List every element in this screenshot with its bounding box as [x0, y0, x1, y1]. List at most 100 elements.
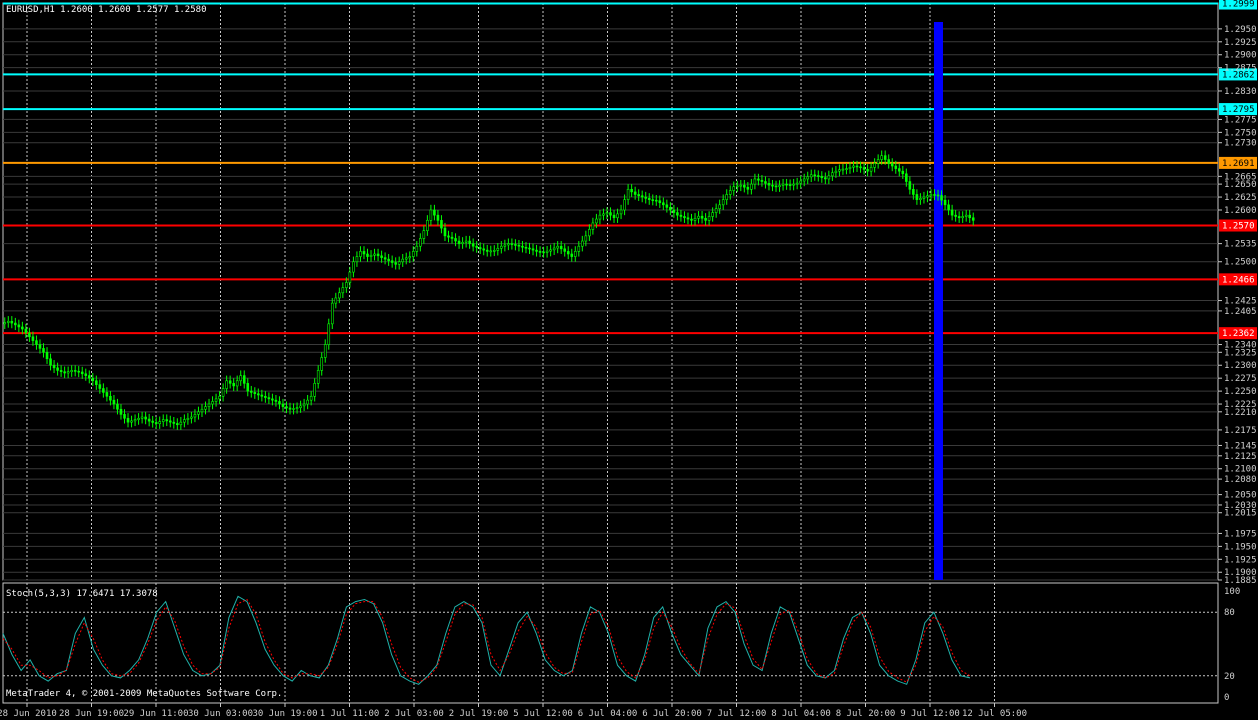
price-tick-label: 1.2775: [1224, 115, 1257, 125]
candle-body: [239, 375, 243, 382]
candle-body: [644, 196, 648, 199]
time-tick-label: 2 Jul 19:00: [449, 709, 509, 719]
candle-body: [707, 216, 711, 221]
candle-body: [598, 214, 602, 220]
candle-body: [774, 185, 778, 188]
candle-body: [862, 167, 866, 170]
candle-body: [447, 235, 450, 238]
candle-body: [341, 287, 345, 294]
candle-body: [514, 244, 517, 246]
candle-body: [450, 236, 454, 239]
candle-body: [619, 209, 623, 215]
candle-body: [591, 222, 595, 230]
candle-body: [813, 174, 817, 177]
candle-body: [521, 245, 524, 248]
candle-body: [281, 403, 285, 407]
candle-body: [70, 370, 73, 373]
line-price-label: 1.2466: [1222, 275, 1255, 285]
candle-body: [327, 323, 331, 345]
candle-body: [838, 169, 841, 172]
candle-body: [912, 188, 915, 195]
candle-body: [376, 253, 380, 257]
candle-body: [626, 188, 630, 200]
candle-body: [109, 395, 112, 401]
price-tick-label: 1.2650: [1224, 180, 1257, 190]
candle-body: [669, 207, 672, 211]
candle-body: [834, 170, 838, 174]
candle-body: [73, 370, 77, 372]
time-tick-label: 8 Jul 04:00: [771, 709, 831, 719]
candle-body: [264, 395, 267, 398]
candle-body: [869, 167, 873, 172]
candle-body: [411, 251, 415, 257]
candle-body: [161, 419, 165, 422]
candle-body: [577, 245, 581, 252]
candle-body: [471, 243, 475, 247]
candle-body: [323, 344, 327, 358]
candle-body: [831, 172, 834, 177]
candle-body: [929, 194, 933, 197]
candle-body: [816, 175, 820, 177]
candle-body: [795, 182, 799, 185]
candle-body: [401, 258, 405, 263]
candle-body: [679, 214, 683, 217]
candle-body: [940, 195, 943, 201]
candle-body: [306, 399, 309, 405]
copyright-text: MetaTrader 4, © 2001-2009 MetaQuotes Sof…: [6, 689, 282, 699]
time-tick-label: 28 Jun 19:00: [59, 709, 124, 719]
candle-body: [767, 183, 771, 186]
candle-body: [968, 214, 972, 219]
chart-window[interactable]: 1.29991.28621.27951.26911.25701.24661.23…: [0, 0, 1258, 720]
price-tick-label: 1.2250: [1224, 387, 1257, 397]
candle-body: [126, 417, 130, 423]
candle-body: [658, 200, 662, 204]
candle-body: [313, 383, 316, 397]
candle-body: [933, 194, 936, 196]
candle-body: [651, 199, 655, 201]
candle-body: [168, 420, 172, 423]
candle-body: [623, 199, 626, 211]
time-tick-label: 5 Jul 12:00: [513, 709, 573, 719]
candle-body: [359, 251, 362, 257]
candle-body: [961, 216, 964, 219]
candle-body: [176, 423, 179, 426]
price-tick-label: 1.1975: [1224, 529, 1257, 539]
candle-body: [433, 209, 436, 216]
price-tick-label: 1.2125: [1224, 452, 1257, 462]
candle-body: [355, 256, 359, 263]
price-tick-label: 1.2210: [1224, 408, 1257, 418]
candle-body: [584, 235, 588, 242]
candle-body: [725, 194, 729, 200]
candle-body: [573, 251, 577, 257]
candle-body: [746, 186, 750, 190]
time-tick-label: 30 Jun 03:00: [188, 709, 253, 719]
candle-body: [482, 248, 486, 251]
candle-body: [443, 227, 447, 237]
candle-body: [348, 271, 352, 283]
candle-body: [616, 213, 619, 219]
line-price-label: 1.2362: [1222, 329, 1255, 339]
candle-body: [605, 212, 609, 215]
price-tick-label: 1.2300: [1224, 361, 1257, 371]
price-tick-label: 1.2900: [1224, 51, 1257, 61]
candle-body: [242, 375, 246, 384]
candle-body: [771, 184, 774, 187]
candle-body: [693, 217, 697, 221]
candle-body: [91, 377, 95, 382]
time-tick-label: 30 Jun 19:00: [252, 709, 317, 719]
candle-body: [225, 380, 228, 389]
candle-body: [824, 177, 827, 180]
candle-body: [957, 216, 961, 219]
candle-body: [510, 243, 514, 245]
candle-body: [21, 326, 24, 330]
candle-body: [637, 194, 640, 197]
candle-body: [369, 254, 373, 257]
candle-body: [144, 416, 147, 420]
candle-body: [45, 352, 49, 360]
candle-body: [549, 249, 552, 252]
candle-body: [711, 212, 714, 217]
candle-body: [190, 416, 193, 419]
candle-body: [52, 364, 56, 369]
candle-body: [630, 188, 633, 193]
candle-body: [330, 302, 334, 325]
